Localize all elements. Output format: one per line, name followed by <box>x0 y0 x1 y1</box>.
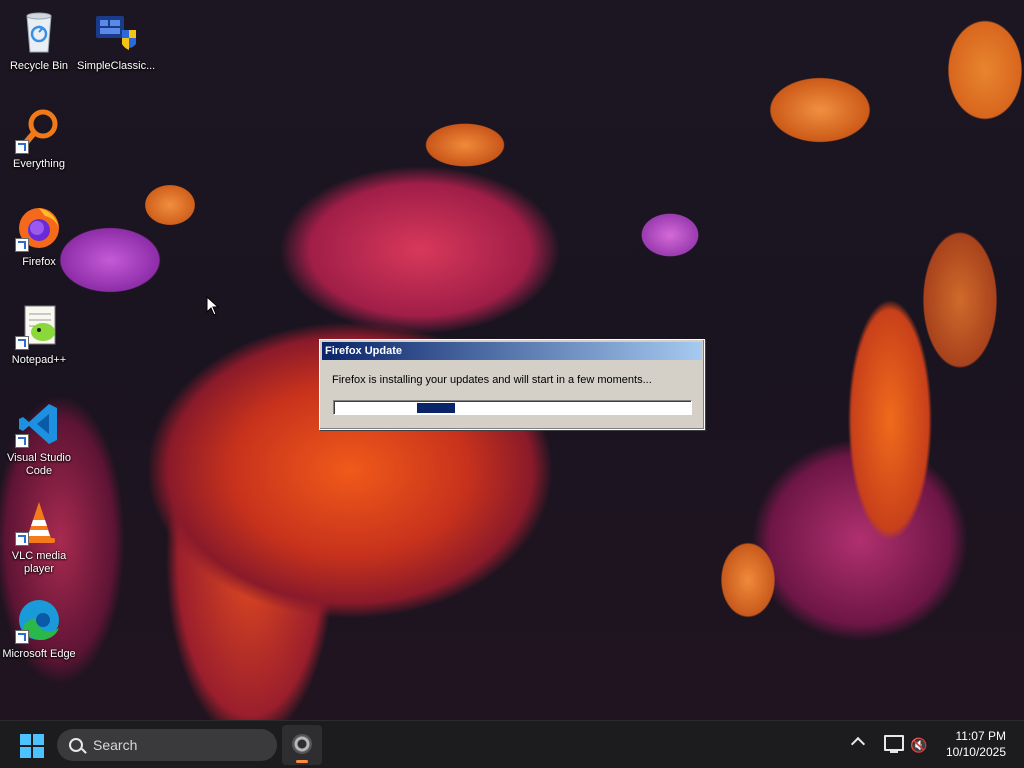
dialog-message: Firefox is installing your updates and w… <box>332 374 652 386</box>
progress-indicator <box>417 403 455 413</box>
desktop-icon-everything[interactable]: Everything <box>0 106 78 171</box>
windows-logo-icon <box>20 734 31 745</box>
everything-search-icon <box>15 106 63 154</box>
desktop-wallpaper: Recycle Bin SimpleClassic... Everything … <box>0 0 1024 720</box>
firefox-icon <box>15 204 63 252</box>
desktop-icon-notepadpp[interactable]: Notepad++ <box>0 302 78 367</box>
desktop-icon-label: VLC media player <box>11 550 67 575</box>
desktop-icon-label: Microsoft Edge <box>2 648 76 660</box>
shortcut-arrow-icon <box>15 532 29 546</box>
desktop-icon-edge[interactable]: Microsoft Edge <box>0 596 78 661</box>
recycle-bin-icon <box>15 8 63 56</box>
dialog-titlebar[interactable]: Firefox Update <box>322 342 702 360</box>
vscode-icon <box>15 400 63 448</box>
search-placeholder: Search <box>93 737 138 753</box>
windows-logo-pane <box>33 747 44 758</box>
desktop-icon-label: Everything <box>13 158 65 170</box>
desktop-icon-label: SimpleClassic... <box>77 60 156 72</box>
desktop-icon-vscode[interactable]: Visual Studio Code <box>0 400 78 478</box>
taskbar-app-firefox-updater[interactable] <box>282 725 322 765</box>
shortcut-arrow-icon <box>15 434 29 448</box>
network-icon[interactable] <box>884 735 904 753</box>
firefox-updater-icon <box>292 734 312 754</box>
taskbar: Search 🔇 11:07 PM 10/10/2025 <box>0 720 1024 768</box>
desktop-icon-vlc[interactable]: VLC media player <box>0 498 78 576</box>
start-button[interactable] <box>20 734 44 758</box>
running-indicator <box>296 760 308 763</box>
shortcut-arrow-icon <box>15 238 29 252</box>
taskbar-search-box[interactable]: Search <box>57 729 277 761</box>
desktop-icon-label: Firefox <box>22 256 56 268</box>
desktop-icon-simpleclassic[interactable]: SimpleClassic... <box>77 8 155 73</box>
vlc-icon <box>15 498 63 546</box>
show-hidden-icons-chevron-icon[interactable] <box>850 736 866 752</box>
taskbar-clock[interactable]: 11:07 PM 10/10/2025 <box>946 728 1006 760</box>
shortcut-arrow-icon <box>15 140 29 154</box>
desktop-icon-label: Notepad++ <box>11 354 67 366</box>
desktop-icon-recycle-bin[interactable]: Recycle Bin <box>0 8 78 73</box>
firefox-update-dialog: Firefox Update Firefox is installing you… <box>319 339 705 430</box>
simpleclassic-icon <box>92 8 140 56</box>
edge-icon <box>15 596 63 644</box>
clock-time: 11:07 PM <box>955 729 1006 743</box>
desktop-icon-firefox[interactable]: Firefox <box>0 204 78 269</box>
desktop-icon-label: Recycle Bin <box>9 60 69 72</box>
mouse-cursor-icon <box>206 296 220 316</box>
windows-logo-pane <box>20 747 31 758</box>
shortcut-arrow-icon <box>15 336 29 350</box>
windows-logo-pane <box>33 734 44 745</box>
shortcut-arrow-icon <box>15 630 29 644</box>
clock-date: 10/10/2025 <box>945 745 1006 759</box>
desktop-icon-label: Visual Studio Code <box>6 452 71 477</box>
volume-muted-icon[interactable]: 🔇 <box>910 737 928 753</box>
update-progress-bar <box>333 400 692 415</box>
search-icon <box>69 738 83 752</box>
notepad-plus-plus-icon <box>15 302 63 350</box>
